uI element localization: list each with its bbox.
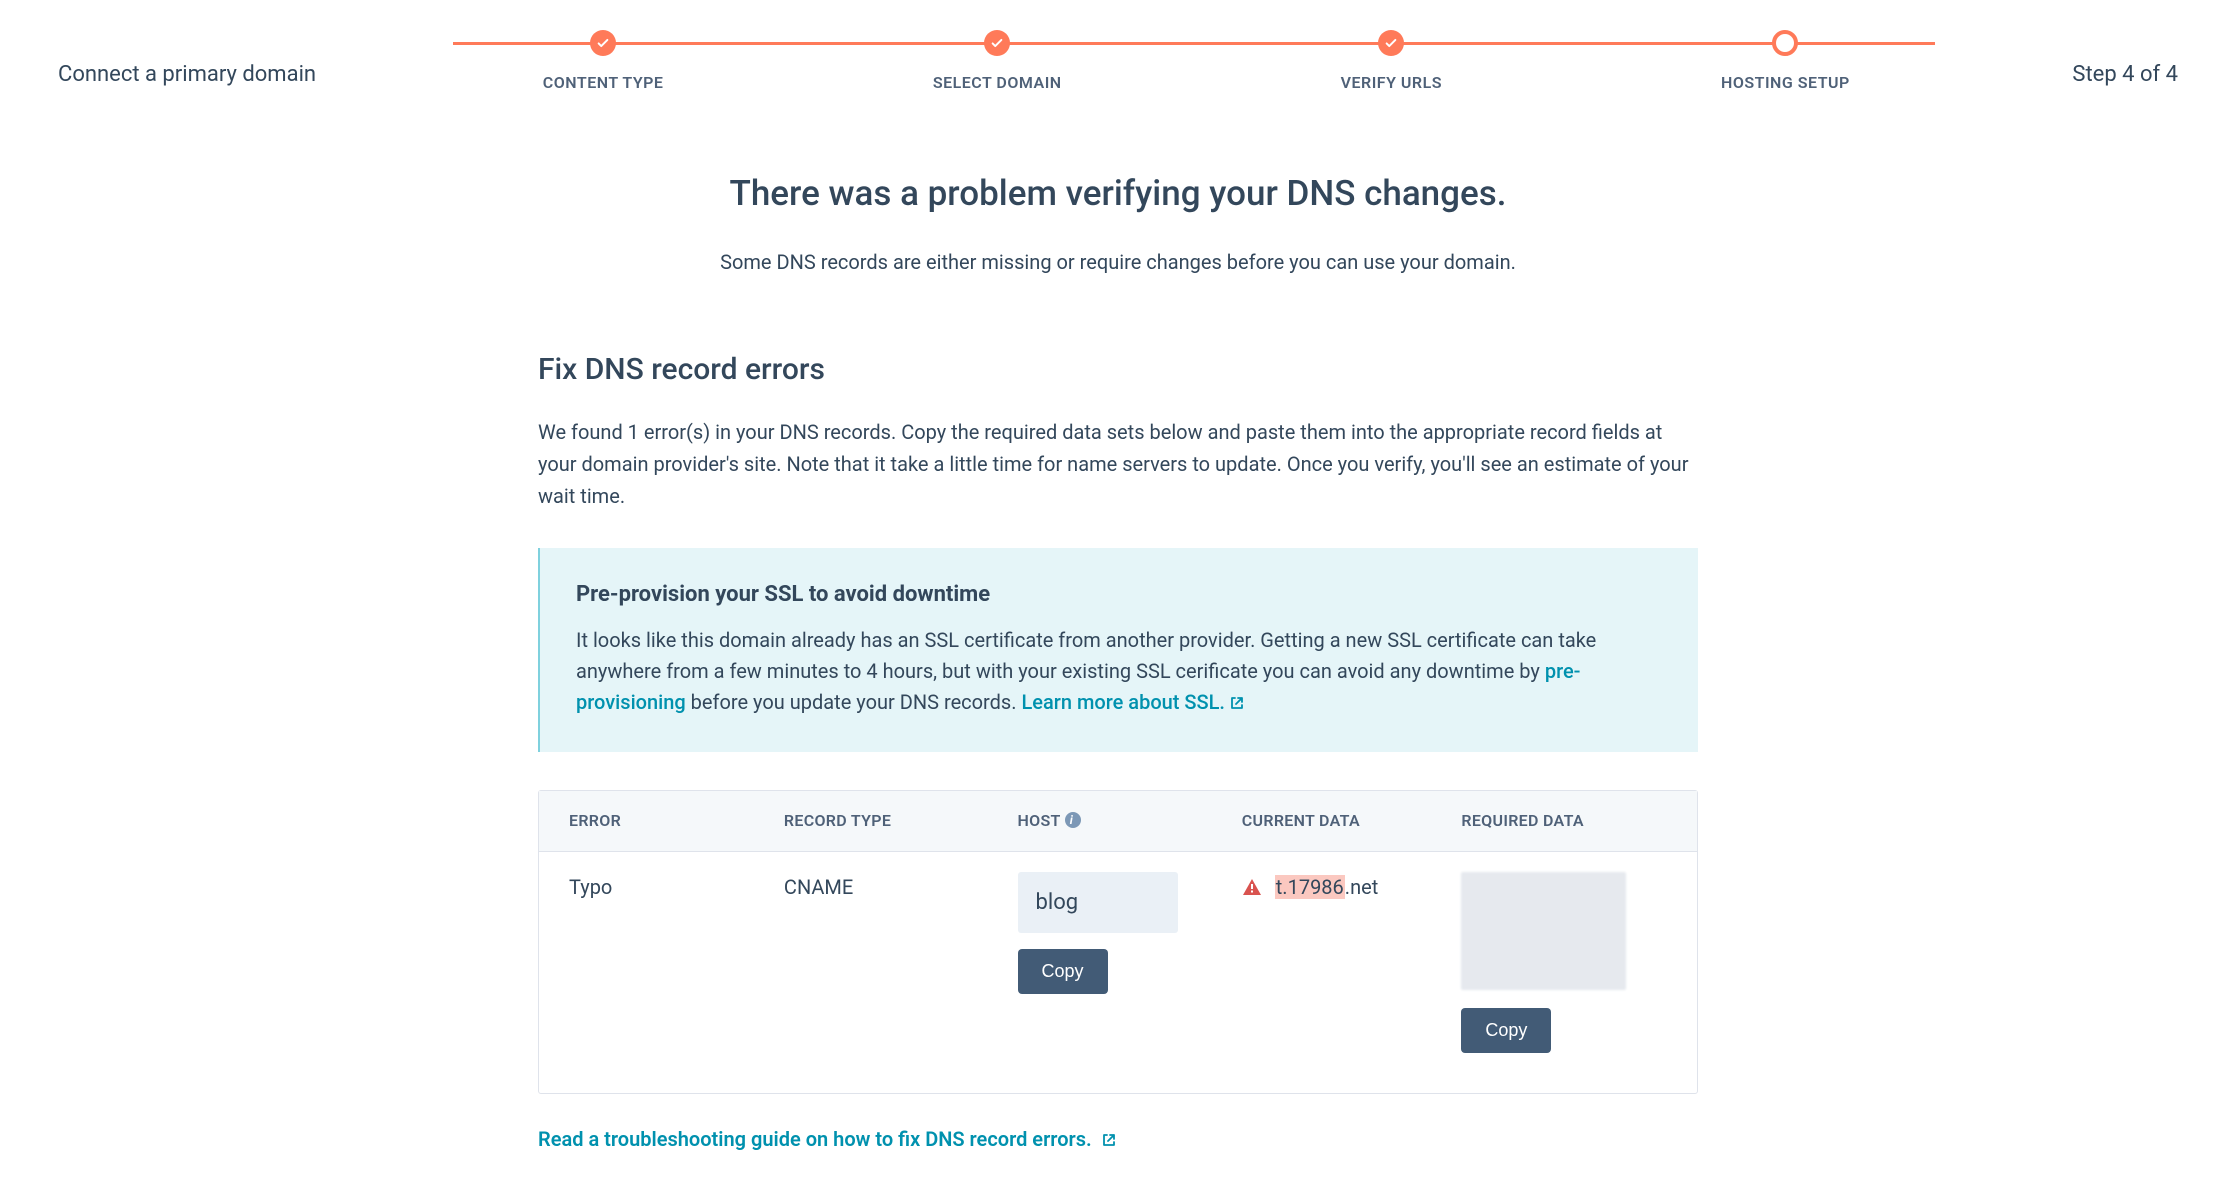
cell-required-data: Copy <box>1461 872 1667 1053</box>
table-row: Typo CNAME blog Copy t.17986.net Copy <box>539 852 1697 1093</box>
cell-current-data: t.17986.net <box>1242 872 1462 904</box>
stepper-step-select-domain: SELECT DOMAIN <box>800 30 1194 95</box>
stepper-step-verify-urls: VERIFY URLS <box>1194 30 1588 95</box>
stepper-step-hosting-setup: HOSTING SETUP <box>1588 30 1982 95</box>
check-icon <box>984 30 1010 56</box>
copy-required-button[interactable]: Copy <box>1461 1008 1551 1053</box>
warning-icon <box>1242 874 1262 904</box>
th-host: HOST <box>1018 809 1242 833</box>
check-icon <box>1378 30 1404 56</box>
ssl-info-panel: Pre-provision your SSL to avoid downtime… <box>538 548 1698 752</box>
table-header: ERROR RECORD TYPE HOST CURRENT DATA REQU… <box>539 791 1697 852</box>
stepper: CONTENT TYPE SELECT DOMAIN VERIFY URLS H… <box>406 30 1982 100</box>
stepper-label: HOSTING SETUP <box>1721 71 1850 95</box>
info-body-mid: before you update your DNS records. <box>686 690 1022 714</box>
check-icon <box>590 30 616 56</box>
page-headline: There was a problem verifying your DNS c… <box>538 168 1698 221</box>
info-icon[interactable] <box>1065 812 1081 828</box>
current-data-value: t.17986.net <box>1275 875 1379 899</box>
th-error: ERROR <box>569 809 784 833</box>
section-title: Fix DNS record errors <box>538 347 1698 392</box>
host-value-box: blog <box>1018 872 1178 933</box>
wizard-header: Connect a primary domain CONTENT TYPE SE… <box>0 0 2236 100</box>
th-record-type: RECORD TYPE <box>784 809 1018 833</box>
learn-more-ssl-link[interactable]: Learn more about SSL. <box>1021 690 1245 714</box>
external-link-icon <box>1101 1126 1117 1156</box>
stepper-step-content-type: CONTENT TYPE <box>406 30 800 95</box>
cell-record-type: CNAME <box>784 872 1018 902</box>
stepper-label: CONTENT TYPE <box>543 71 664 95</box>
info-panel-title: Pre-provision your SSL to avoid downtime <box>576 578 1662 611</box>
main-content: There was a problem verifying your DNS c… <box>538 168 1698 1156</box>
external-link-icon <box>1229 689 1245 720</box>
wizard-title: Connect a primary domain <box>58 40 316 91</box>
info-body-text: It looks like this domain already has an… <box>576 628 1596 683</box>
current-step-icon <box>1772 30 1798 56</box>
cell-error: Typo <box>569 872 784 902</box>
required-data-redacted <box>1461 872 1626 990</box>
dns-errors-table: ERROR RECORD TYPE HOST CURRENT DATA REQU… <box>538 790 1698 1094</box>
troubleshooting-link[interactable]: Read a troubleshooting guide on how to f… <box>538 1127 1117 1151</box>
copy-host-button[interactable]: Copy <box>1018 949 1108 994</box>
th-current-data: CURRENT DATA <box>1242 809 1462 833</box>
section-description: We found 1 error(s) in your DNS records.… <box>538 416 1698 512</box>
stepper-label: SELECT DOMAIN <box>933 71 1062 95</box>
page-subheadline: Some DNS records are either missing or r… <box>538 247 1698 277</box>
step-counter: Step 4 of 4 <box>2072 40 2178 91</box>
stepper-label: VERIFY URLS <box>1341 71 1442 95</box>
th-required-data: REQUIRED DATA <box>1461 809 1667 833</box>
cell-host: blog Copy <box>1018 872 1242 994</box>
info-panel-body: It looks like this domain already has an… <box>576 625 1662 720</box>
